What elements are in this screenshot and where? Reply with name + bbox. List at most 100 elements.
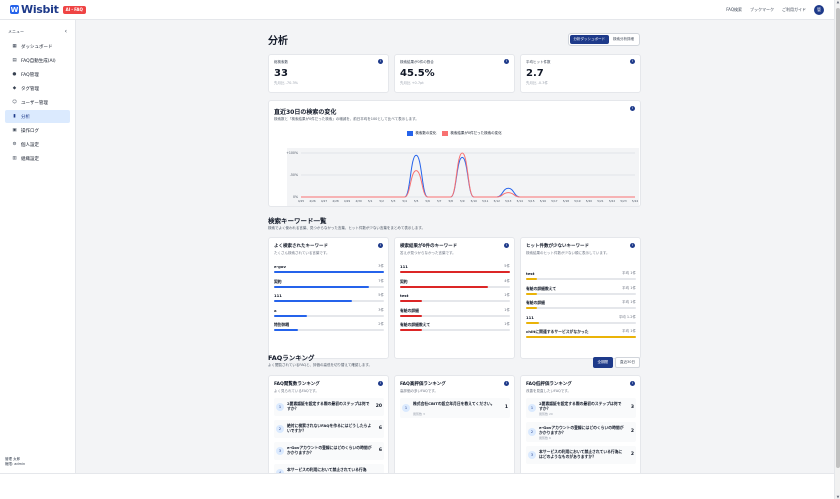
sidebar-item-org[interactable]: ▥ 組織設定: [5, 152, 70, 165]
keyword-row[interactable]: test 平均 1件: [526, 271, 636, 283]
info-icon[interactable]: i: [630, 59, 635, 64]
kpi-label: 平均ヒット件数: [526, 60, 551, 64]
document-icon: ▤: [12, 58, 17, 63]
card-title: ヒット件数が少ないキーワード: [526, 244, 589, 249]
x-tick-label: 5/24: [632, 199, 639, 203]
keyword-row[interactable]: 111 平均 1.2件: [526, 315, 636, 327]
x-tick-label: 4/29: [344, 199, 351, 203]
brand-logo[interactable]: W Wisbit AI・FAQ: [10, 3, 86, 16]
scroll-down-icon[interactable]: ▼: [835, 495, 840, 499]
keyword-row[interactable]: 契約 4件: [400, 279, 510, 291]
keyword-row[interactable]: 有給の詳細 平均 1件: [526, 300, 636, 312]
keyword-count: 平均 1件: [622, 285, 636, 290]
sidebar-item-logs[interactable]: ▣ 操作ログ: [5, 124, 70, 137]
progress-track: [526, 292, 636, 295]
sidebar: メニュー ‹ ▦ ダッシュボード ▤ FAQ自動生成(AI) ● FAQ管理 ◆ タグ管…: [0, 20, 76, 473]
ranking-card-low-rating: FAQ低評価ランキング i 改善を見直したいFAQです。 1 2要素認証を設定する際の最…: [520, 375, 641, 473]
keyword-name: 有給の詳細教えて: [400, 322, 431, 327]
sidebar-item-tags[interactable]: ◆ タグ管理: [5, 82, 70, 95]
info-icon[interactable]: i: [504, 381, 509, 386]
info-icon[interactable]: i: [630, 381, 635, 386]
x-tick-label: 4/30: [355, 199, 362, 203]
x-tick-label: 5/23: [620, 199, 627, 203]
keyword-row[interactable]: 有給の詳細 1件: [400, 308, 510, 320]
info-icon[interactable]: i: [378, 381, 383, 386]
chevron-left-icon[interactable]: ‹: [65, 28, 67, 35]
ranking-row[interactable]: 1 2要素認証を設定する際の最初のステップは何ですか？ 20: [274, 398, 384, 416]
tab-all-period[interactable]: 全期間: [592, 357, 614, 368]
ranking-row[interactable]: 3 本サービスの利用において禁止されている行為にはどのようなものがありますか？ 2: [526, 446, 636, 464]
sidebar-item-label: FAQ管理: [21, 72, 39, 78]
tab-search-detail[interactable]: 検索分析詳細: [609, 35, 638, 44]
keyword-row[interactable]: test 1件: [400, 293, 510, 305]
keyword-row[interactable]: 特別休暇 2件: [274, 322, 384, 334]
ranking-row[interactable]: 3 e-Govアカウントの登録にはどのくらいの時間がかかりますか？ 6: [274, 442, 384, 460]
trend-chart-card: 直近30日の検索の変化 i 検索数と「検索結果が0件だった検索」の増減を、前日平…: [268, 100, 641, 207]
x-tick-label: 5/1: [368, 199, 373, 203]
keyword-name: 契約: [274, 278, 282, 284]
info-icon[interactable]: i: [504, 59, 509, 64]
tab-dashboard[interactable]: 分析ダッシュボード: [569, 35, 609, 44]
vertical-scrollbar[interactable]: ▲ ▼: [834, 0, 840, 499]
progress-track: [526, 278, 636, 280]
faq-question: 本サービスの利用において禁止されている行為: [287, 467, 367, 472]
keyword-count: 5件: [378, 293, 384, 297]
keyword-count: 平均 1.2件: [618, 314, 636, 319]
ranking-row[interactable]: 1 株式会社CBITの設立年月日を教えてください。 1 閲覧数 3: [400, 398, 510, 418]
view-count: 閲覧数 3: [413, 412, 425, 416]
sidebar-item-label: ダッシュボード: [21, 44, 53, 50]
info-icon[interactable]: i: [378, 59, 383, 64]
progress-fill: [400, 329, 422, 331]
keyword-row[interactable]: 有給の詳細教えて 1件: [400, 322, 510, 334]
ranking-row[interactable]: 2 e-Govアカウントの登録にはどのくらいの時間がかかりますか？ 2 閲覧数 6: [526, 422, 636, 442]
sidebar-item-faq-generate[interactable]: ▤ FAQ自動生成(AI): [5, 54, 70, 67]
x-tick-label: 5/11: [482, 199, 489, 203]
rank-count: 6: [378, 426, 382, 431]
keyword-row[interactable]: e-gov 3件: [274, 264, 384, 276]
keyword-card-popular: よく検索されたキーワード i たくさん検索されている言葉です。 e-gov 3件 契約 7件…: [268, 237, 389, 359]
main-content: 分析 分析ダッシュボード 検索分析詳細 総検索数 i 33 先月比 -70.3%…: [76, 20, 834, 473]
x-tick-label: 5/16: [540, 199, 547, 203]
kpi-label: 検索結果が0件の割合: [400, 60, 434, 64]
nav-bookmark[interactable]: ブックマーク: [750, 7, 774, 13]
rank-number: 1: [276, 403, 284, 411]
keyword-row[interactable]: chiitに関連するサービスがなかった 平均 1件: [526, 329, 636, 341]
keyword-row[interactable]: 111 5件: [274, 293, 384, 305]
keyword-row[interactable]: 有給の詳細教えて 平均 1件: [526, 286, 636, 298]
keyword-row[interactable]: 契約 7件: [274, 279, 384, 291]
scroll-up-icon[interactable]: ▲: [835, 0, 840, 4]
keyword-name: 111: [400, 264, 408, 269]
sidebar-item-faq-manage[interactable]: ● FAQ管理: [5, 68, 70, 81]
page-title: 分析: [268, 36, 288, 47]
keyword-card-zero: 検索結果が0件のキーワード i 答えが見つからなかった言葉です。 111 5件 契約 4件 t…: [394, 237, 515, 359]
avatar[interactable]: 管: [814, 4, 824, 15]
progress-track: [526, 336, 636, 338]
keyword-row[interactable]: 111 5件: [400, 264, 510, 276]
info-icon[interactable]: i: [504, 243, 509, 248]
nav-guide[interactable]: ご利用ガイド: [782, 7, 806, 13]
progress-fill: [526, 321, 540, 324]
kpi-delta: 先月比 -70.3%: [274, 81, 298, 85]
sidebar-item-personal[interactable]: ⚙ 個人設定: [5, 138, 70, 151]
progress-fill: [274, 329, 299, 331]
faq-question: 本サービスの利用において禁止されている行為にはどのようなものがありますか？: [539, 449, 623, 459]
keyword-row[interactable]: a 3件: [274, 308, 384, 320]
ranking-row[interactable]: 4 本サービスの利用において禁止されている行為: [274, 464, 384, 473]
tab-last-30-days[interactable]: 直近30日: [615, 357, 640, 368]
faq-question: e-Govアカウントの登録にはどのくらいの時間がかかりますか？: [287, 445, 372, 455]
progress-fill: [400, 271, 510, 273]
sidebar-item-users[interactable]: ☺ ユーザー管理: [5, 96, 70, 109]
nav-faq-search[interactable]: FAQ検索: [726, 7, 742, 13]
sidebar-item-analytics[interactable]: ▮ 分析: [5, 110, 70, 123]
sidebar-item-dashboard[interactable]: ▦ ダッシュボード: [5, 40, 70, 53]
info-icon[interactable]: i: [378, 243, 383, 248]
keywords-section-desc: 検索でよく使われる言葉、見つからなかった言葉、ヒット件数が少ない言葉をまとめて表…: [268, 226, 425, 230]
view-count: 閲覧数 6: [539, 436, 551, 440]
scrollbar-thumb[interactable]: [836, 8, 840, 468]
keyword-name: 契約: [400, 278, 408, 284]
ranking-row[interactable]: 2 絶対に検索されないFAQを作るにはどうしたらよいですか？ 6: [274, 420, 384, 438]
progress-fill: [274, 285, 369, 288]
ranking-row[interactable]: 1 2要素認証を設定する際の最初のステップは何ですか？ 3 閲覧数 20: [526, 398, 636, 418]
info-icon[interactable]: i: [630, 243, 635, 248]
card-title: FAQ高評価ランキング: [400, 382, 446, 387]
